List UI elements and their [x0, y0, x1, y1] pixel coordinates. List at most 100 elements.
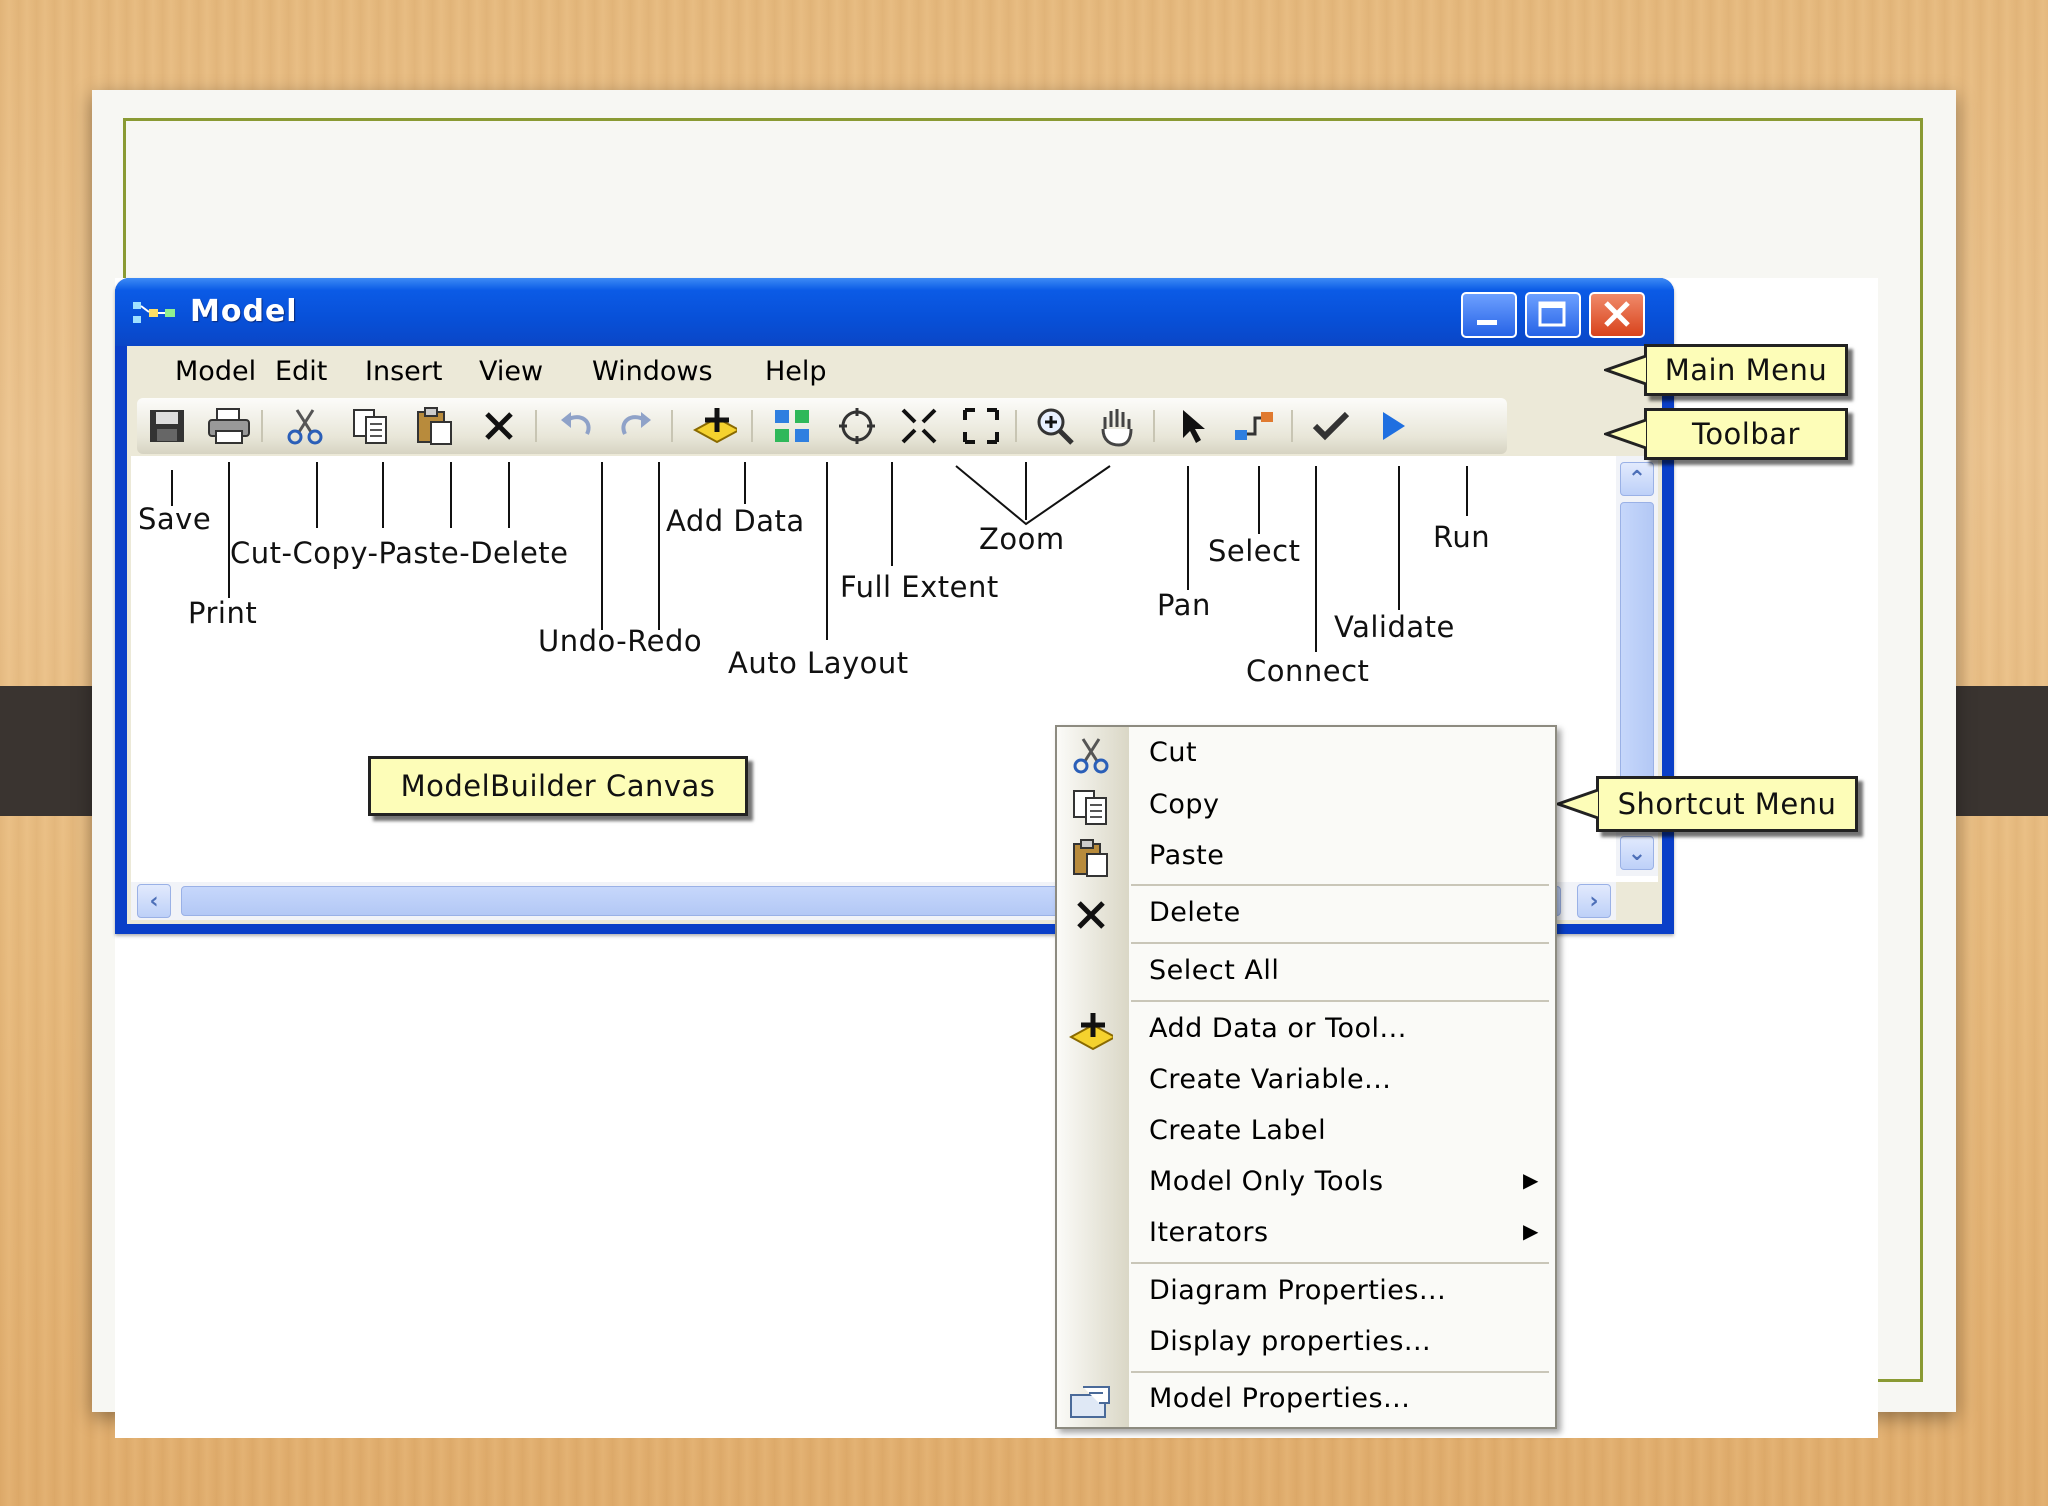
save-icon [150, 410, 184, 442]
maximize-icon [1538, 301, 1566, 327]
menu-help[interactable]: Help [765, 356, 827, 387]
delete-icon [485, 412, 513, 440]
toolbar-separator [1291, 410, 1293, 442]
scroll-down-button[interactable]: ⌄ [1620, 836, 1654, 870]
ctx-cut[interactable]: Cut [1057, 731, 1555, 779]
delete-button[interactable] [477, 405, 521, 447]
leader-line [1187, 466, 1189, 590]
add-data-button[interactable] [693, 405, 737, 447]
leader-line [826, 462, 828, 640]
zoom-tool-button[interactable] [1033, 405, 1077, 447]
ctx-create-variable-label: Create Variable... [1149, 1064, 1392, 1095]
menu-edit[interactable]: Edit [275, 356, 327, 387]
copy-icon [1069, 785, 1113, 829]
zoom-out-fixed-button[interactable] [959, 405, 1003, 447]
ctx-model-properties-label: Model Properties... [1149, 1383, 1411, 1414]
ctx-model-only-tools[interactable]: Model Only Tools ▶ [1057, 1160, 1555, 1208]
add-data-icon [693, 408, 737, 444]
zoom-in-fixed-button[interactable] [897, 405, 941, 447]
select-button[interactable] [1171, 405, 1215, 447]
label-add-data: Add Data [666, 504, 805, 538]
ctx-create-label[interactable]: Create Label [1057, 1109, 1555, 1157]
ctx-add-data-or-tool-label: Add Data or Tool... [1149, 1013, 1407, 1044]
ctx-model-properties[interactable]: Model Properties... [1057, 1377, 1555, 1425]
cut-button[interactable] [283, 405, 327, 447]
scroll-up-button[interactable]: ⌃ [1620, 462, 1654, 496]
auto-layout-icon [775, 410, 809, 442]
ctx-create-variable[interactable]: Create Variable... [1057, 1058, 1555, 1106]
callout-canvas: ModelBuilder Canvas [368, 756, 748, 816]
ctx-cut-label: Cut [1149, 737, 1198, 768]
maximize-button[interactable] [1525, 292, 1581, 338]
pan-button[interactable] [1095, 405, 1139, 447]
connect-button[interactable] [1233, 405, 1277, 447]
cut-icon [1069, 733, 1113, 777]
toolbar-separator [751, 410, 753, 442]
ctx-paste[interactable]: Paste [1057, 834, 1555, 882]
callout-main-menu-text: Main Menu [1664, 353, 1828, 387]
menu-view[interactable]: View [479, 356, 543, 387]
main-menu-bar: Model Edit Insert View Windows Help [127, 346, 1662, 396]
ctx-delete[interactable]: Delete [1057, 891, 1555, 939]
redo-button[interactable] [613, 405, 657, 447]
ctx-select-all[interactable]: Select All [1057, 949, 1555, 997]
scroll-left-button[interactable]: ‹ [137, 884, 171, 918]
title-bar[interactable]: Model [115, 278, 1674, 346]
label-undo-redo: Undo-Redo [538, 624, 703, 658]
ctx-iterators[interactable]: Iterators ▶ [1057, 1211, 1555, 1259]
label-zoom: Zoom [979, 522, 1065, 556]
zoom-tool-icon [1037, 408, 1074, 445]
copy-icon [353, 409, 387, 444]
validate-icon [1312, 411, 1350, 441]
leader-line [1398, 466, 1400, 610]
chevron-right-icon: › [1589, 888, 1599, 914]
validate-button[interactable] [1309, 405, 1353, 447]
ctx-select-all-label: Select All [1149, 955, 1280, 986]
menu-windows[interactable]: Windows [592, 356, 713, 387]
save-button[interactable] [145, 405, 189, 447]
menu-separator [1131, 1262, 1549, 1264]
delete-icon [1069, 893, 1113, 937]
callout-toolbar: Toolbar [1644, 408, 1848, 460]
submenu-arrow-icon: ▶ [1523, 1219, 1539, 1243]
scroll-right-button[interactable]: › [1577, 884, 1611, 918]
minimize-button[interactable] [1461, 292, 1517, 338]
vertical-scroll-thumb[interactable] [1620, 502, 1654, 802]
toolbar-separator [671, 410, 673, 442]
ctx-copy[interactable]: Copy [1057, 783, 1555, 831]
ctx-display-properties-label: Display properties... [1149, 1326, 1432, 1357]
ctx-paste-label: Paste [1149, 840, 1225, 871]
model-properties-icon [1069, 1379, 1113, 1423]
ctx-diagram-properties[interactable]: Diagram Properties... [1057, 1269, 1555, 1317]
close-button[interactable] [1589, 292, 1645, 338]
label-connect: Connect [1246, 654, 1370, 688]
menu-separator [1131, 942, 1549, 944]
full-extent-button[interactable] [835, 405, 879, 447]
callout-pointer [1556, 788, 1599, 820]
toolbar [137, 398, 1507, 454]
leader-line [171, 470, 173, 506]
menu-insert[interactable]: Insert [365, 356, 442, 387]
label-select: Select [1208, 534, 1301, 568]
menu-model[interactable]: Model [175, 356, 256, 387]
leader-line [1466, 466, 1468, 516]
print-button[interactable] [207, 405, 251, 447]
copy-button[interactable] [349, 405, 393, 447]
auto-layout-button[interactable] [771, 405, 815, 447]
ctx-delete-label: Delete [1149, 897, 1241, 928]
run-button[interactable] [1371, 405, 1415, 447]
label-pan: Pan [1157, 588, 1211, 622]
leader-line [382, 462, 384, 528]
label-validate: Validate [1334, 610, 1455, 644]
callout-shortcut-menu: Shortcut Menu [1596, 776, 1858, 832]
undo-icon [561, 412, 591, 435]
ctx-display-properties[interactable]: Display properties... [1057, 1320, 1555, 1368]
cut-icon [287, 409, 323, 445]
paste-icon [1069, 836, 1113, 880]
leader-line [1258, 466, 1260, 534]
undo-button[interactable] [555, 405, 599, 447]
ctx-add-data-or-tool[interactable]: Add Data or Tool... [1057, 1007, 1555, 1055]
paste-button[interactable] [413, 405, 457, 447]
close-icon [1604, 301, 1630, 327]
shortcut-menu: Cut Copy Paste Delete Select All Add Dat… [1055, 725, 1557, 1429]
